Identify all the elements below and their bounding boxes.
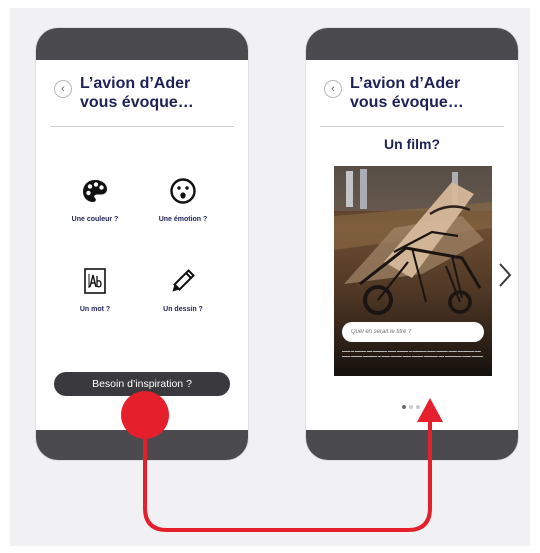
option-emotion[interactable]: Une émotion ? (138, 176, 228, 223)
inspiration-button[interactable]: Besoin d’inspiration ? (54, 372, 230, 396)
page-title: L’avion d’Ader vous évoque… (350, 74, 510, 112)
surprised-face-icon (170, 178, 196, 204)
option-mot[interactable]: Un mot ? (50, 266, 140, 313)
status-bar (36, 28, 248, 60)
page-title: L’avion d’Ader vous évoque… (80, 74, 240, 112)
nav-bar (36, 430, 248, 460)
page-title-line-1: L’avion d’Ader (80, 75, 191, 92)
film-title-input[interactable] (342, 322, 484, 342)
phone-screen-film: ‹ L’avion d’Ader vous évoque… Un film? ▬… (306, 28, 518, 460)
page-title-line-2: vous évoque… (80, 94, 194, 111)
pagination-dot[interactable] (409, 405, 413, 409)
divider (50, 126, 234, 127)
back-button[interactable]: ‹ (324, 80, 342, 98)
chevron-left-icon: ‹ (331, 82, 335, 95)
poster-fine-print: ▬▬▬ ▬ ▬▬▬▬ ▬▬ ▬▬▬▬▬ ▬▬▬ ▬▬▬▬ ▬ ▬▬▬▬▬ ▬▬▬… (342, 349, 483, 358)
pagination-dot[interactable] (402, 405, 406, 409)
page-title-line-2: vous évoque… (350, 94, 464, 111)
pagination-dot[interactable] (416, 405, 420, 409)
pencil-icon (172, 269, 195, 292)
option-label: Une émotion ? (158, 216, 208, 223)
status-bar (306, 28, 518, 60)
pagination-dots (402, 404, 424, 410)
airplane-photo (334, 166, 492, 315)
back-button[interactable]: ‹ (54, 80, 72, 98)
option-label: Un dessin ? (163, 306, 203, 313)
palette-icon (83, 180, 107, 202)
option-label: Une couleur ? (71, 216, 119, 223)
chevron-right-icon[interactable] (497, 262, 513, 288)
divider (320, 126, 504, 127)
text-abc-icon (84, 268, 106, 294)
prompt-subtitle: Un film? (384, 136, 440, 152)
option-label: Un mot ? (79, 306, 111, 313)
option-couleur[interactable]: Une couleur ? (50, 176, 140, 223)
phone-screen-choices: ‹ L’avion d’Ader vous évoque… Une couleu… (36, 28, 248, 460)
option-dessin[interactable]: Un dessin ? (138, 266, 228, 313)
nav-bar (306, 430, 518, 460)
film-poster-image: ▬▬▬ ▬ ▬▬▬▬ ▬▬ ▬▬▬▬▬ ▬▬▬ ▬▬▬▬ ▬ ▬▬▬▬▬ ▬▬▬… (334, 166, 492, 376)
page-title-line-1: L’avion d’Ader (350, 75, 461, 92)
chevron-left-icon: ‹ (61, 82, 65, 95)
